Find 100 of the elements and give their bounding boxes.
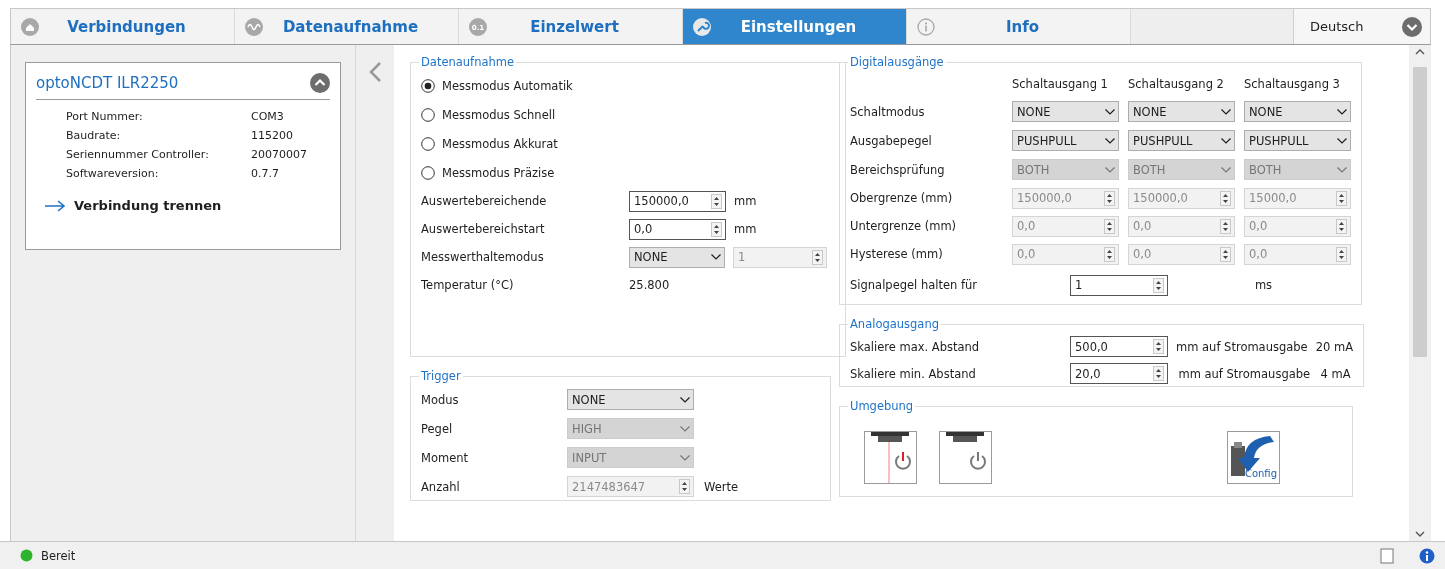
field-label: Modus — [421, 392, 460, 407]
disconnect-link[interactable]: Verbindung trennen — [44, 198, 330, 213]
field-value: 115200 — [251, 129, 294, 142]
radio-option[interactable]: Messmodus Schnell — [421, 100, 835, 129]
unit-label: Werte — [704, 479, 739, 494]
radio-option[interactable]: Messmodus Akkurat — [421, 129, 835, 158]
home-icon — [21, 17, 39, 36]
field-label: Hysterese (mm) — [850, 247, 944, 261]
unit-label: ms — [1254, 278, 1274, 292]
field-value: 0.7.7 — [251, 167, 280, 180]
dropdown[interactable]: NONE — [629, 246, 725, 268]
spinner-icon — [1220, 218, 1231, 234]
dropdown[interactable]: NONE — [1012, 101, 1119, 122]
number-field[interactable]: 150000,0 — [629, 190, 726, 212]
config-label: Config — [1244, 468, 1277, 479]
field-value: 20070007 — [251, 148, 308, 161]
radio-option[interactable]: Messmodus Präzise — [421, 158, 835, 187]
spinner-icon — [1336, 190, 1347, 206]
spinner-icon — [1220, 246, 1231, 262]
spinner-icon — [1336, 246, 1347, 262]
spinner-icon — [679, 479, 690, 494]
column-header: Schaltausgang 1 — [1012, 77, 1109, 91]
spinner-icon — [1153, 277, 1164, 293]
unit-label: mm — [734, 222, 757, 236]
caret-icon — [1221, 137, 1231, 144]
spinner-icon — [711, 221, 722, 237]
chevron-down-icon[interactable] — [1402, 16, 1422, 37]
spinner-icon — [812, 249, 823, 265]
field-label: Auswertebereichstart — [421, 222, 546, 236]
dropdown[interactable]: NONE — [1244, 101, 1351, 122]
spinner-icon — [1220, 190, 1231, 206]
unit-label: mm auf Stromausgabe — [1176, 339, 1308, 354]
group-title: Trigger — [420, 369, 462, 383]
number-field[interactable]: 0,0 — [629, 218, 726, 240]
spinner-icon — [1104, 218, 1115, 234]
current-value: 4 mA — [1320, 366, 1352, 381]
dropdown[interactable]: PUSHPULL — [1012, 130, 1119, 151]
laser-off-button[interactable] — [939, 431, 992, 484]
caret-icon — [711, 254, 721, 260]
field-value: COM3 — [251, 110, 285, 123]
tab[interactable]: Datenaufnahme — [235, 9, 459, 44]
field-label: Temperatur (°C) — [421, 278, 515, 292]
dropdown[interactable]: NONE — [1128, 101, 1235, 122]
field-label: Auswertebereichende — [421, 194, 548, 208]
caret-icon — [1337, 137, 1347, 144]
caret-icon — [680, 454, 690, 461]
radio-option[interactable]: Messmodus Automatik — [421, 71, 835, 100]
current-value: 20 mA — [1315, 339, 1354, 354]
caret-icon — [1337, 166, 1347, 173]
device-title: optoNCDT ILR2250 — [36, 74, 179, 92]
arrow-right-icon — [44, 199, 66, 212]
caret-icon — [680, 425, 690, 432]
caret-icon — [1221, 108, 1231, 115]
spinner-icon — [1104, 190, 1115, 206]
status-text: Bereit — [41, 548, 76, 563]
laser-on-button[interactable] — [864, 431, 917, 484]
field-label: Schaltmodus — [850, 104, 926, 119]
caret-icon — [1105, 137, 1115, 144]
info-icon — [917, 17, 935, 36]
group-title: Umgebung — [849, 399, 915, 413]
scroll-down-icon[interactable] — [1415, 531, 1425, 537]
collapse-icon[interactable] — [310, 73, 330, 93]
tab[interactable]: Einstellungen — [683, 9, 907, 44]
field-label: Untergrenze (mm) — [850, 219, 958, 233]
spinner-icon — [1336, 218, 1347, 234]
number-field[interactable]: 1 — [1070, 274, 1168, 296]
field-label: Ausgabepegel — [850, 133, 933, 148]
caret-icon — [1221, 166, 1231, 173]
tab[interactable]: Info — [907, 9, 1131, 44]
column-header: Schaltausgang 2 — [1128, 77, 1225, 91]
number-field[interactable]: 500,0 — [1070, 336, 1168, 357]
group-title: Digitalausgänge — [849, 55, 945, 69]
language-dropdown[interactable]: Deutsch — [1293, 9, 1430, 44]
dropdown[interactable]: PUSHPULL — [1244, 130, 1351, 151]
field-label: Skaliere max. Abstand — [850, 339, 981, 354]
scrollbar[interactable] — [1409, 45, 1431, 541]
caret-icon — [1105, 166, 1115, 173]
field-label: Anzahl — [421, 479, 461, 494]
unit-label: mm — [734, 194, 757, 208]
spinner-icon — [1153, 366, 1164, 381]
field-label: Bereichsprüfung — [850, 162, 946, 177]
field-label: Signalpegel halten für — [850, 278, 979, 292]
field-label: Obergrenze (mm) — [850, 191, 954, 205]
field-label: Moment — [421, 450, 470, 465]
field-label: Seriennummer Controller: — [66, 148, 210, 161]
scroll-up-icon[interactable] — [1415, 49, 1425, 55]
field-label: Port Nummer: — [66, 110, 144, 123]
dropdown[interactable]: PUSHPULL — [1128, 130, 1235, 151]
field-label: Skaliere min. Abstand — [850, 366, 977, 381]
dropdown[interactable]: NONE — [567, 389, 694, 410]
tab[interactable]: Verbindungen — [11, 9, 235, 44]
spinner-icon — [711, 193, 722, 209]
group-title: Datenaufnahme — [420, 55, 516, 69]
field-label: Baudrate: — [66, 129, 122, 142]
number-field[interactable]: 20,0 — [1070, 363, 1168, 384]
field-label: Pegel — [421, 421, 454, 436]
field-label: Softwareversion: — [66, 167, 160, 180]
info-icon[interactable] — [1419, 547, 1435, 564]
spinner-icon — [1153, 339, 1164, 354]
config-button[interactable]: Config — [1227, 431, 1280, 484]
